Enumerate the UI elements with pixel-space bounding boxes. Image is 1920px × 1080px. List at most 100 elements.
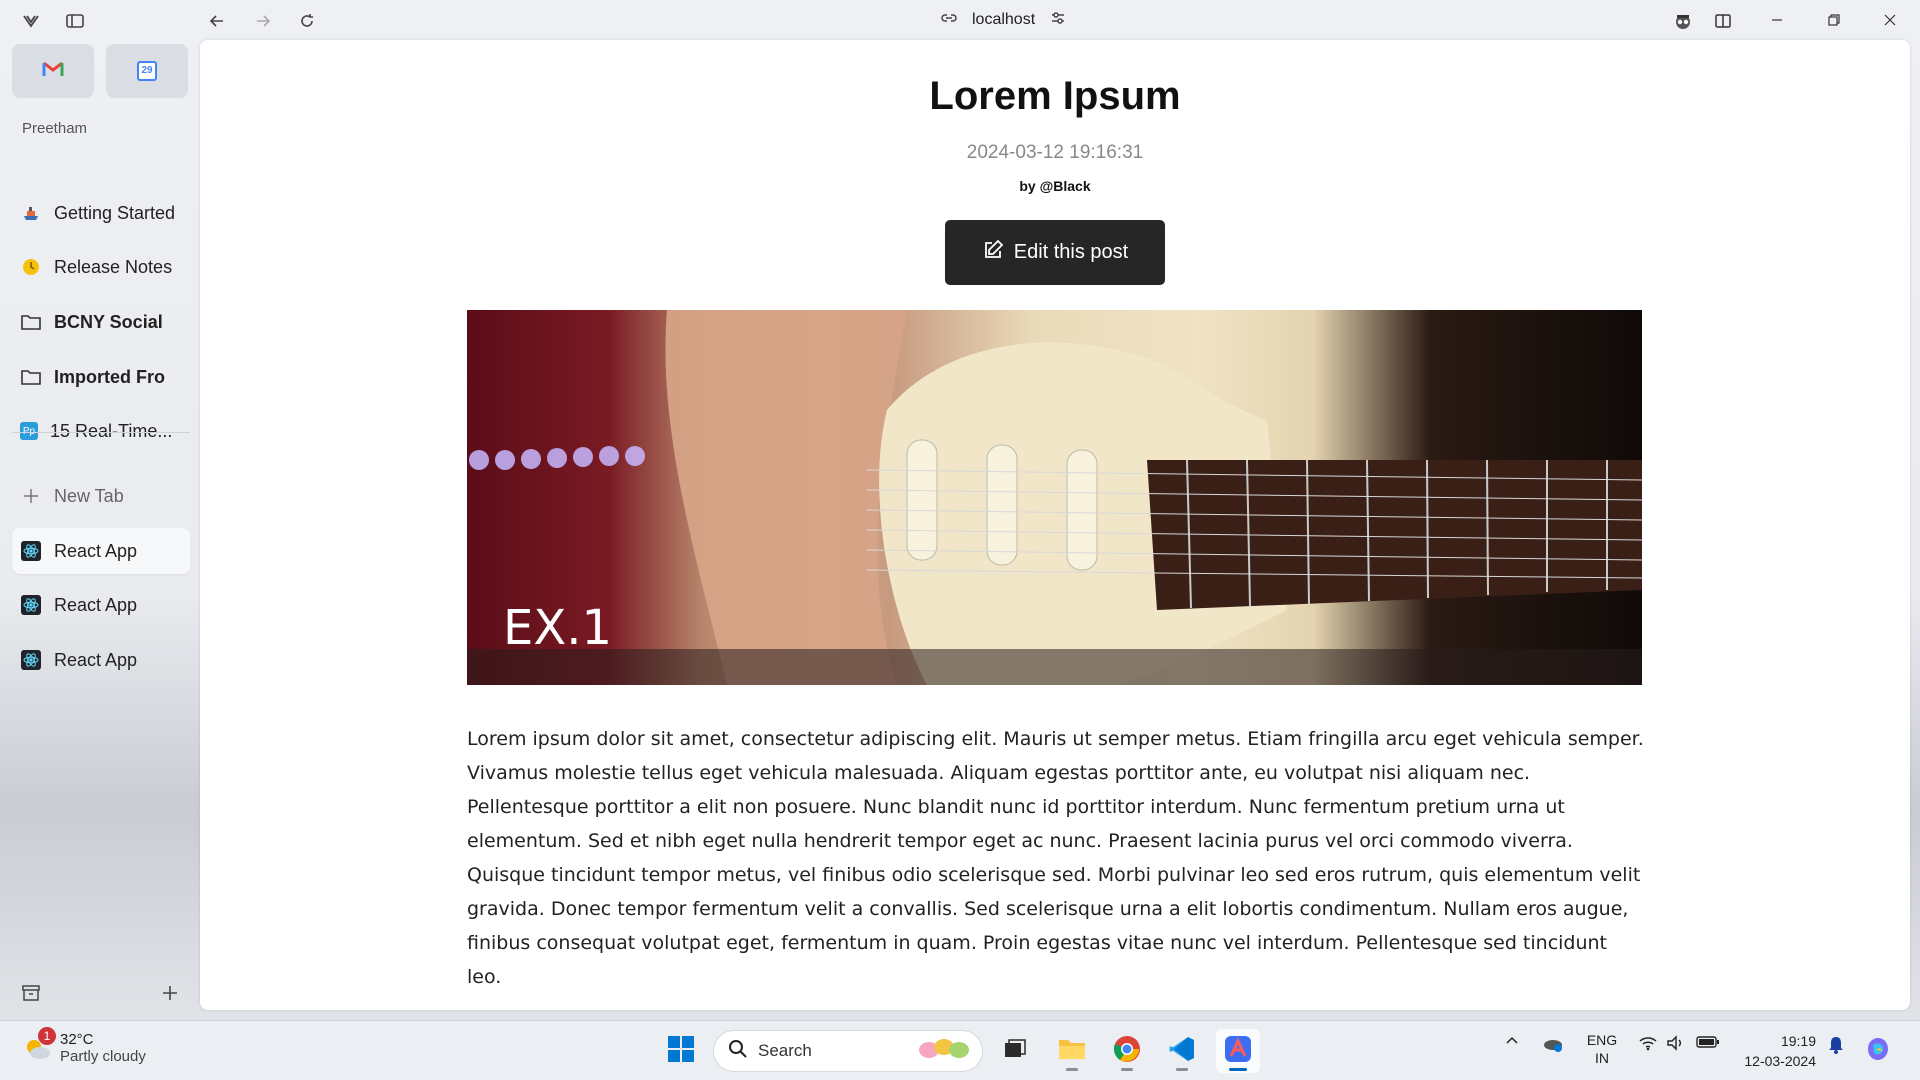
tab-react-app[interactable]: React App bbox=[12, 528, 190, 574]
archive-icon[interactable] bbox=[18, 980, 44, 1006]
taskbar-search[interactable]: Search bbox=[713, 1030, 983, 1072]
sidebar: 29 Preetham Getting Started Release Note… bbox=[0, 40, 200, 1020]
chrome-button[interactable] bbox=[1105, 1029, 1149, 1073]
pinned-label: Getting Started bbox=[54, 202, 176, 223]
pinned-label: 15 Real-Time... bbox=[50, 420, 173, 441]
folder-label: Imported Fro bbox=[54, 366, 165, 387]
folder-label: BCNY Social bbox=[54, 311, 163, 332]
sidebar-divider bbox=[12, 432, 190, 433]
search-icon bbox=[728, 1039, 748, 1064]
start-button[interactable] bbox=[659, 1029, 703, 1073]
pinned-release-notes[interactable]: Release Notes bbox=[12, 244, 190, 290]
arc-icon bbox=[1223, 1034, 1253, 1069]
react-icon bbox=[20, 649, 42, 671]
wifi-icon[interactable] bbox=[1636, 1035, 1660, 1051]
image-label: EX.1 bbox=[503, 600, 613, 656]
image-caption-bar bbox=[467, 649, 1642, 685]
guitar-illustration bbox=[469, 310, 1642, 685]
windows-icon bbox=[667, 1035, 695, 1068]
plus-icon bbox=[20, 485, 42, 507]
task-view-button[interactable] bbox=[993, 1029, 1037, 1073]
address-text: localhost bbox=[972, 11, 1036, 28]
copilot-icon[interactable] bbox=[1862, 1035, 1894, 1063]
weather-badge: 1 bbox=[38, 1027, 56, 1045]
edit-post-button[interactable]: Edit this post bbox=[945, 220, 1165, 285]
page-content: Lorem Ipsum 2024-03-12 19:16:31 by @Blac… bbox=[200, 40, 1910, 1010]
language-indicator[interactable]: ENG IN bbox=[1582, 1031, 1622, 1067]
profile-name: Preetham bbox=[22, 120, 88, 137]
calendar-icon: 29 bbox=[137, 61, 157, 81]
vscode-button[interactable] bbox=[1160, 1029, 1204, 1073]
taskbar: 1 32°C Partly cloudy Search ENG IN 19:19… bbox=[0, 1020, 1920, 1080]
search-highlight-icon bbox=[914, 1035, 972, 1068]
tab-label: React App bbox=[54, 540, 138, 561]
favorite-calendar[interactable]: 29 bbox=[106, 44, 188, 98]
post-image: EX.1 bbox=[467, 310, 1642, 685]
task-view-icon bbox=[1002, 1036, 1028, 1067]
onedrive-icon[interactable] bbox=[1540, 1035, 1566, 1053]
post-body: Lorem ipsum dolor sit amet, consectetur … bbox=[467, 728, 1644, 988]
address-bar[interactable]: localhost bbox=[940, 6, 1067, 34]
favorite-gmail[interactable] bbox=[12, 44, 94, 98]
pinned-getting-started[interactable]: Getting Started bbox=[12, 190, 190, 236]
sidebar-toggle-icon[interactable] bbox=[62, 8, 88, 34]
post-date: 2024-03-12 19:16:31 bbox=[966, 142, 1144, 163]
weather-desc: Partly cloudy bbox=[60, 1048, 146, 1065]
tab-react-app[interactable]: React App bbox=[12, 637, 190, 683]
clock[interactable]: 19:19 12-03-2024 bbox=[1740, 1031, 1816, 1071]
new-tab-button[interactable]: New Tab bbox=[12, 473, 190, 519]
split-view-icon[interactable] bbox=[1710, 8, 1736, 34]
site-settings-icon[interactable] bbox=[1049, 9, 1067, 32]
clock-time: 19:19 bbox=[1780, 1033, 1816, 1049]
minimize-icon[interactable] bbox=[1755, 6, 1799, 34]
file-explorer-button[interactable] bbox=[1050, 1029, 1094, 1073]
post-title: Lorem Ipsum bbox=[929, 74, 1181, 118]
notification-bell-icon[interactable] bbox=[1824, 1035, 1848, 1055]
clock-icon bbox=[20, 256, 42, 278]
close-icon[interactable] bbox=[1868, 6, 1912, 34]
react-icon bbox=[20, 594, 42, 616]
vscode-icon bbox=[1167, 1034, 1197, 1069]
back-icon[interactable] bbox=[204, 8, 230, 34]
react-icon bbox=[20, 540, 42, 562]
pinned-label: Release Notes bbox=[54, 256, 173, 277]
search-placeholder: Search bbox=[758, 1041, 812, 1060]
browser-toolbar: localhost bbox=[0, 0, 1920, 40]
forward-icon[interactable] bbox=[250, 8, 276, 34]
edit-post-label: Edit this post bbox=[1013, 241, 1129, 263]
arc-logo-icon[interactable] bbox=[18, 8, 44, 34]
restore-icon[interactable] bbox=[1812, 6, 1856, 34]
running-indicator bbox=[1229, 1068, 1247, 1071]
tab-react-app[interactable]: React App bbox=[12, 582, 190, 628]
folder-icon bbox=[20, 311, 42, 333]
running-indicator bbox=[1176, 1068, 1188, 1071]
weather-temp: 32°C bbox=[60, 1031, 94, 1048]
arc-browser-button[interactable] bbox=[1216, 1029, 1260, 1073]
folder-imported[interactable]: Imported Fro bbox=[12, 354, 190, 400]
running-indicator bbox=[1121, 1068, 1133, 1071]
edit-icon bbox=[982, 239, 1004, 267]
add-icon[interactable] bbox=[157, 980, 183, 1006]
post-author: by @Black bbox=[1019, 178, 1091, 194]
incognito-icon[interactable] bbox=[1670, 8, 1696, 34]
reload-icon[interactable] bbox=[294, 8, 320, 34]
region-code: IN bbox=[1595, 1050, 1609, 1066]
volume-icon[interactable] bbox=[1664, 1035, 1688, 1051]
tab-label: React App bbox=[54, 594, 138, 615]
weather-icon: 1 bbox=[22, 1027, 56, 1063]
battery-icon[interactable] bbox=[1694, 1035, 1722, 1049]
clock-date: 12-03-2024 bbox=[1744, 1053, 1816, 1069]
pinned-real-time[interactable]: Pp 15 Real-Time... bbox=[12, 408, 190, 454]
chrome-icon bbox=[1112, 1034, 1142, 1069]
tab-label: React App bbox=[54, 649, 138, 670]
gmail-icon bbox=[42, 60, 64, 83]
folder-icon bbox=[20, 366, 42, 388]
folder-icon bbox=[1057, 1036, 1087, 1067]
weather-widget[interactable]: 1 32°C Partly cloudy bbox=[22, 1027, 146, 1065]
new-tab-label: New Tab bbox=[54, 485, 124, 506]
language-code: ENG bbox=[1586, 1032, 1618, 1048]
link-icon bbox=[940, 9, 958, 32]
folder-bcny-social[interactable]: BCNY Social bbox=[12, 299, 190, 345]
pp-icon: Pp bbox=[20, 422, 38, 440]
show-hidden-icons[interactable] bbox=[1502, 1035, 1522, 1045]
